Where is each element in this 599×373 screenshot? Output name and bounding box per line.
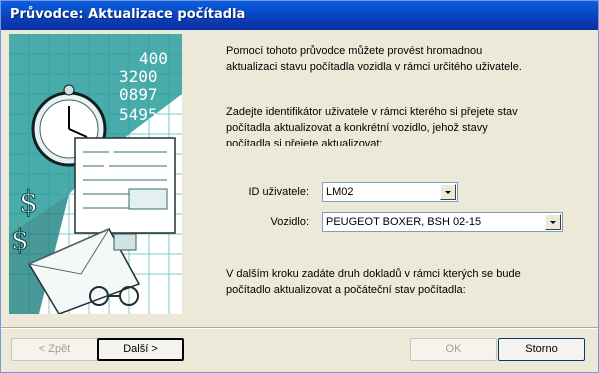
footer-note-line-2: počítadlo aktualizovat a počáteční stav …: [226, 284, 466, 296]
instructions-text: Zadejte identifikátor uživatele v rámci …: [226, 104, 576, 146]
intro-line-2: aktualizaci stavu počítadla vozidla v rá…: [226, 61, 522, 73]
cancel-button[interactable]: Storno: [498, 338, 585, 361]
title-bar[interactable]: Průvodce: Aktualizace počítadla: [1, 1, 598, 30]
odometer-digits-1: 400: [139, 49, 168, 68]
svg-text:$: $: [11, 223, 29, 256]
button-separator: [1, 327, 598, 329]
odometer-digits-4: 5495: [119, 105, 158, 124]
instructions-line-3: počítadla si přejete aktualizovat:: [226, 138, 383, 146]
footer-note-text: V dalším kroku zadáte druh dokladů v rám…: [226, 266, 576, 298]
user-id-label: ID uživatele:: [248, 186, 309, 198]
back-button[interactable]: < Zpět: [11, 338, 98, 361]
wizard-illustration: 400 3200 0897 5495 $ $: [9, 34, 182, 314]
user-id-value: LM02: [326, 186, 354, 198]
vehicle-dropdown-arrow-icon[interactable]: [545, 214, 561, 230]
instructions-line-1: Zadejte identifikátor uživatele v rámci …: [226, 106, 518, 118]
next-button[interactable]: Další >: [97, 338, 184, 361]
vehicle-value: PEUGEOT BOXER, BSH 02-15: [326, 216, 482, 228]
footer-note-line-1: V dalším kroku zadáte druh dokladů v rám…: [226, 268, 521, 280]
ok-button[interactable]: OK: [410, 338, 497, 361]
intro-line-1: Pomocí tohoto průvodce můžete provést hr…: [226, 45, 483, 57]
user-id-dropdown-arrow-icon[interactable]: [440, 184, 456, 200]
odometer-digits-2: 3200: [119, 67, 158, 86]
svg-text:$: $: [19, 185, 38, 220]
wizard-window: Průvodce: Aktualizace počítadla 400 3200…: [0, 0, 599, 373]
user-id-combobox[interactable]: LM02: [322, 182, 458, 202]
window-title: Průvodce: Aktualizace počítadla: [10, 7, 246, 22]
vehicle-label: Vozidlo:: [270, 216, 309, 228]
odometer-digits-3: 0897: [119, 85, 158, 104]
odometer-clock-illustration: 400 3200 0897 5495 $ $: [9, 34, 182, 314]
instructions-line-2: počítadla aktualizovat a konkrétní vozid…: [226, 122, 488, 134]
intro-text: Pomocí tohoto průvodce můžete provést hr…: [226, 43, 576, 75]
vehicle-combobox[interactable]: PEUGEOT BOXER, BSH 02-15: [322, 212, 563, 232]
